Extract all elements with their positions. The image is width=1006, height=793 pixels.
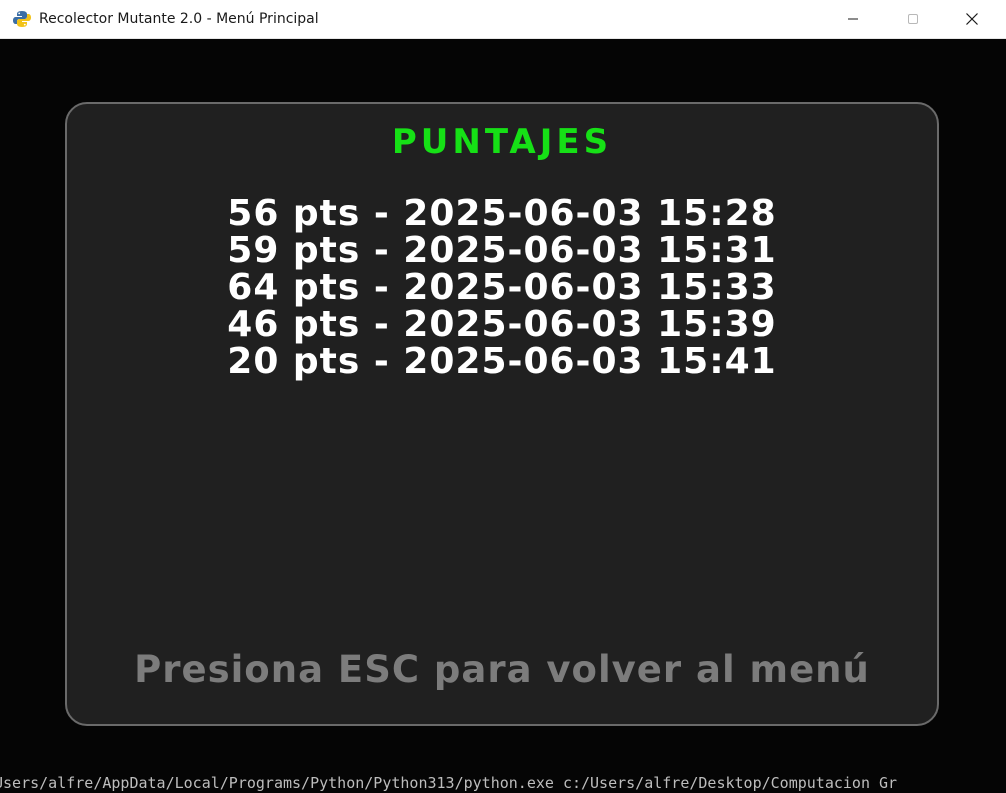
close-icon <box>965 12 979 26</box>
minimize-icon <box>847 13 859 25</box>
esc-hint: Presiona ESC para volver al menú <box>134 648 870 691</box>
minimize-button[interactable] <box>830 0 876 38</box>
scores-list: 56 pts - 2025-06-03 15:28 59 pts - 2025-… <box>67 195 937 380</box>
game-canvas[interactable]: Users/alfre/AppData/Local/Programs/Pytho… <box>0 39 1006 793</box>
maximize-icon <box>907 13 919 25</box>
background-terminal-text: Users/alfre/AppData/Local/Programs/Pytho… <box>0 774 898 792</box>
scores-title: PUNTAJES <box>391 122 613 162</box>
score-entry: 64 pts - 2025-06-03 15:33 <box>227 267 777 308</box>
maximize-button[interactable] <box>890 0 936 38</box>
score-entry: 46 pts - 2025-06-03 15:39 <box>227 304 777 345</box>
scores-panel: PUNTAJES 56 pts - 2025-06-03 15:28 59 pt… <box>65 102 939 726</box>
title-bar[interactable]: Recolector Mutante 2.0 - Menú Principal <box>0 0 1006 39</box>
game-window: Recolector Mutante 2.0 - Menú Principal … <box>0 0 1006 793</box>
window-title: Recolector Mutante 2.0 - Menú Principal <box>39 11 319 27</box>
python-snake-icon <box>12 9 32 29</box>
close-button[interactable] <box>949 0 995 38</box>
score-entry: 56 pts - 2025-06-03 15:28 <box>227 193 777 234</box>
score-entry: 59 pts - 2025-06-03 15:31 <box>227 230 777 271</box>
score-entry: 20 pts - 2025-06-03 15:41 <box>227 341 777 382</box>
